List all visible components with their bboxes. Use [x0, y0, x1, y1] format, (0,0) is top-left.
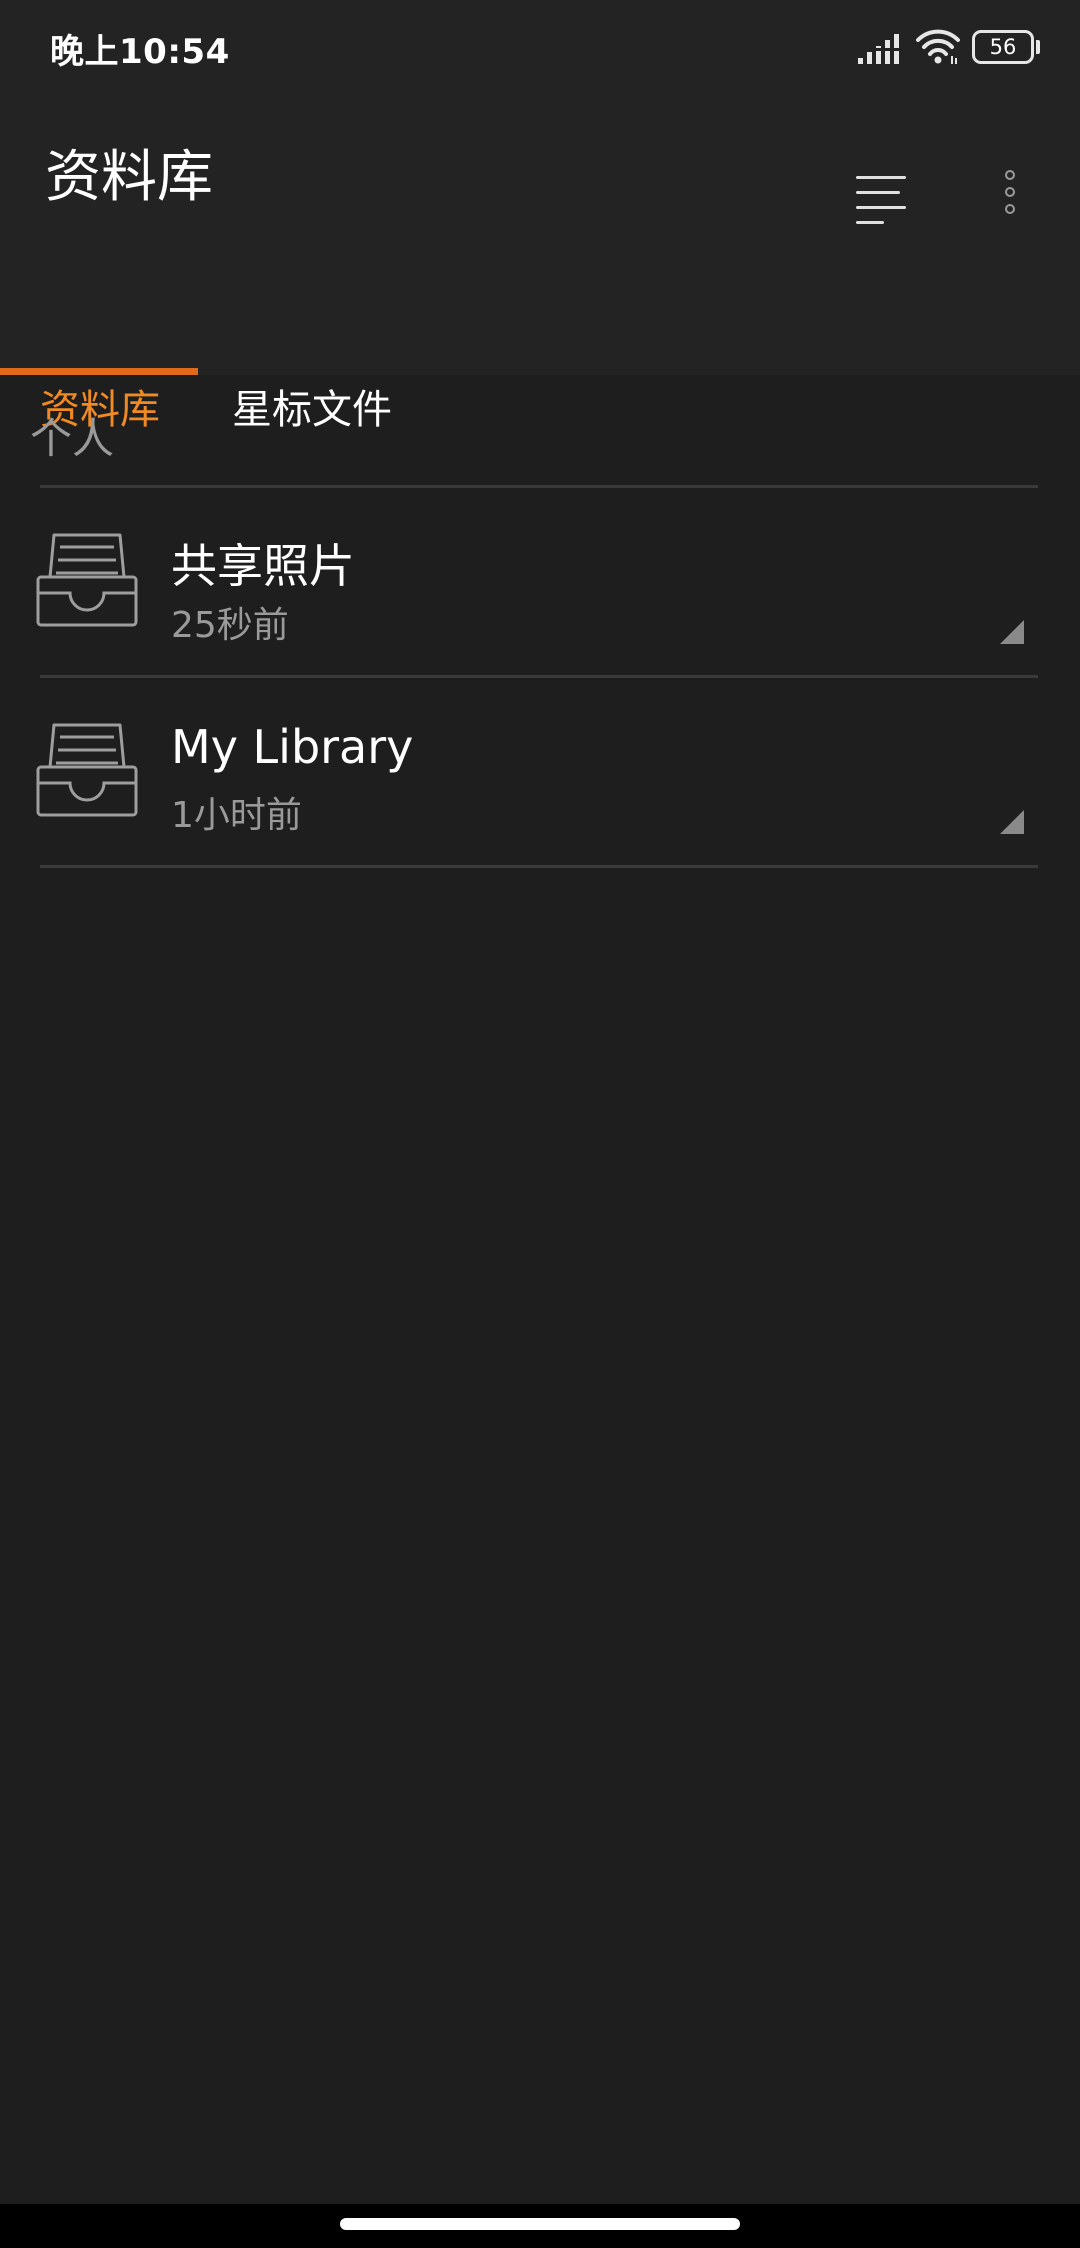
wifi-icon [916, 29, 960, 64]
active-tab-indicator [0, 368, 198, 375]
library-name: 共享照片 [171, 539, 355, 593]
tab-starred-label: 星标文件 [232, 387, 392, 433]
battery-tip [1036, 40, 1040, 54]
inbox-tray-icon [36, 723, 138, 817]
status-time: 晚上10:54 [50, 32, 230, 72]
library-name: My Library [171, 720, 414, 774]
status-bar: 晚上10:54 56 [0, 0, 1080, 100]
library-item-my-library[interactable]: My Library 1小时前 [0, 678, 1080, 866]
tab-library[interactable]: 资料库 [0, 275, 198, 430]
page-title: 资料库 [45, 145, 213, 210]
app-header: 资料库 资料库 星标文件 [0, 100, 1080, 430]
signal-icon [858, 34, 900, 64]
library-updated-time: 1小时前 [171, 795, 302, 836]
navigation-bar [0, 2204, 1080, 2248]
corner-triangle-icon[interactable] [1000, 620, 1024, 644]
section-header-personal: 个人 [30, 414, 115, 463]
inbox-tray-icon [36, 533, 138, 627]
item-divider [40, 865, 1038, 868]
home-indicator[interactable] [340, 2218, 740, 2230]
battery-icon: 56 [972, 30, 1042, 66]
battery-level: 56 [989, 35, 1017, 59]
corner-triangle-icon[interactable] [1000, 810, 1024, 834]
library-updated-time: 25秒前 [171, 605, 289, 646]
more-options-button[interactable] [990, 130, 1036, 214]
sort-button[interactable] [840, 130, 920, 224]
library-item-shared-photos[interactable]: 共享照片 25秒前 [0, 488, 1080, 676]
